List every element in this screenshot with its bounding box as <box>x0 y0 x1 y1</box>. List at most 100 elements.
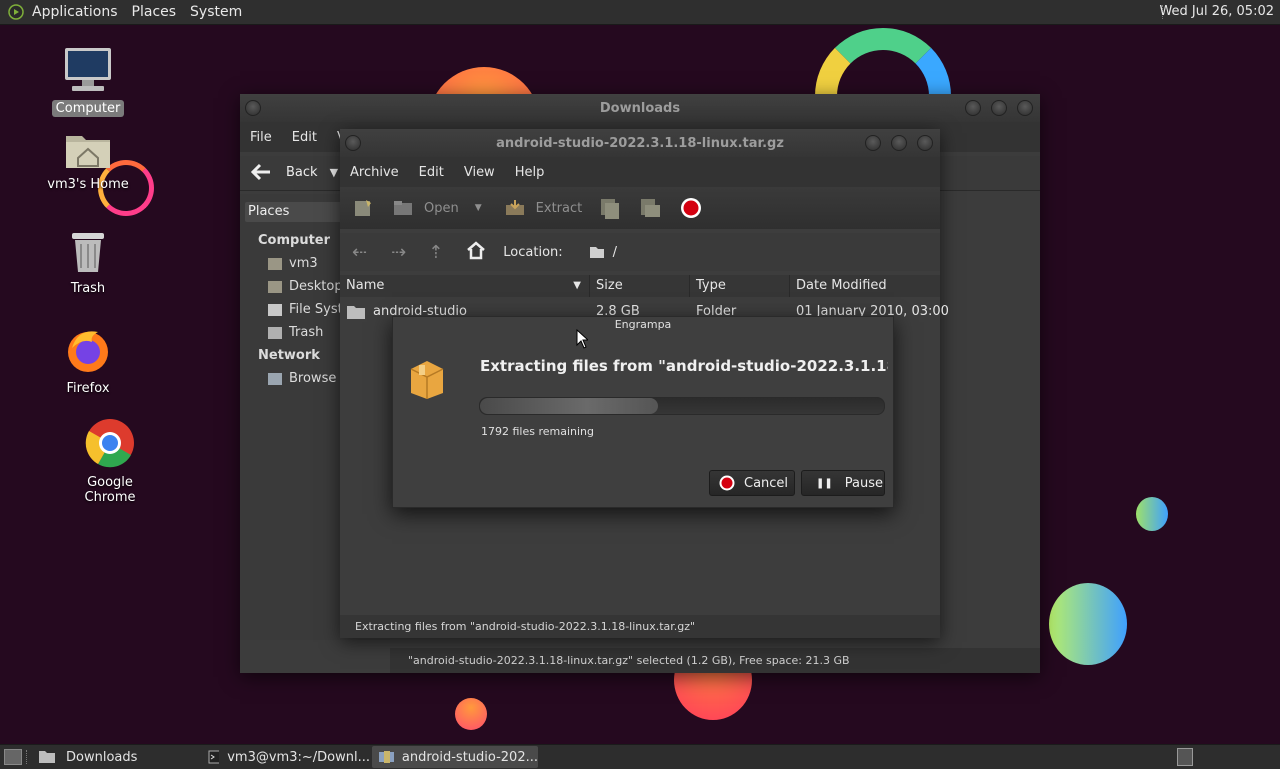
archive-manager-titlebar[interactable]: android-studio-2022.3.1.18-linux.tar.gz <box>340 129 940 157</box>
menu-system[interactable]: System <box>190 4 242 20</box>
folder-icon <box>347 306 365 319</box>
location-label: Location: <box>503 244 563 260</box>
file-manager-titlebar[interactable]: Downloads <box>240 94 1040 122</box>
close-button[interactable] <box>917 135 933 151</box>
maximize-button[interactable] <box>891 135 907 151</box>
sidebar-header-computer: Computer <box>258 233 330 248</box>
task-label: Downloads <box>66 749 138 765</box>
places-header-label: Places <box>248 204 290 219</box>
menu-places[interactable]: Places <box>132 4 177 20</box>
column-date-modified[interactable]: Date Modified <box>790 275 940 297</box>
column-type[interactable]: Type <box>690 275 790 297</box>
sidebar-item-label: vm3 <box>289 256 318 271</box>
sidebar-item-vm3[interactable]: vm3 <box>268 256 318 271</box>
add-files-icon <box>601 199 620 219</box>
task-label: vm3@vm3:~/Downl... <box>227 749 370 765</box>
extract-icon <box>505 200 524 215</box>
cancel-button[interactable]: Cancel <box>709 470 795 496</box>
desktop-icon-firefox[interactable]: Firefox <box>38 326 138 397</box>
add-folder-button[interactable] <box>638 196 662 220</box>
column-name[interactable]: Name ▼ <box>340 275 590 297</box>
package-icon <box>410 361 444 399</box>
desktop-icon-label: Google Chrome <box>84 475 136 505</box>
menu-applications[interactable]: Applications <box>32 4 118 20</box>
forward-arrow-icon[interactable]: ⇢ <box>391 242 406 263</box>
desktop-icon-label: vm3's Home <box>47 177 129 192</box>
sidebar-item-label: Desktop <box>289 279 343 294</box>
maximize-button[interactable] <box>991 100 1007 116</box>
new-archive-icon <box>355 200 371 216</box>
file-manager-status-text: "android-studio-2022.3.1.18-linux.tar.gz… <box>408 654 850 667</box>
extract-label: Extract <box>535 200 583 216</box>
task-terminal[interactable]: vm3@vm3:~/Downl... <box>202 746 370 768</box>
menu-logo-icon[interactable] <box>8 4 24 20</box>
minimize-button[interactable] <box>865 135 881 151</box>
window-menu-button[interactable] <box>345 135 361 151</box>
clock[interactable]: Wed Jul 26, 05:02 <box>1159 4 1274 19</box>
network-icon <box>268 372 282 385</box>
home-folder-icon <box>268 257 282 270</box>
back-dropdown-icon[interactable]: ▼ <box>330 166 338 179</box>
sidebar-header-network: Network <box>258 348 320 363</box>
menu-help[interactable]: Help <box>515 165 545 180</box>
pause-button[interactable]: ❚❚ Pause <box>801 470 885 496</box>
menu-edit[interactable]: Edit <box>292 130 317 145</box>
task-archive-manager[interactable]: android-studio-202... <box>372 746 538 768</box>
dialog-title: Engrampa <box>614 318 672 331</box>
window-title: android-studio-2022.3.1.18-linux.tar.gz <box>496 135 784 151</box>
back-arrow-icon[interactable]: ⇠ <box>352 242 367 263</box>
firefox-icon <box>68 331 108 372</box>
file-list-header: Name ▼ Size Type Date Modified <box>340 275 940 297</box>
task-downloads[interactable]: Downloads <box>32 746 200 768</box>
window-menu-button[interactable] <box>245 100 261 116</box>
pause-label: Pause <box>844 475 883 491</box>
sidebar-item-filesystem[interactable]: File Syst <box>268 302 343 317</box>
stop-button[interactable] <box>680 197 702 219</box>
location-field[interactable]: / <box>589 245 919 260</box>
open-button[interactable]: Open ▼ <box>392 199 482 217</box>
new-archive-button[interactable] <box>352 198 374 218</box>
column-label: Size <box>596 278 623 293</box>
workspace-switcher-icon[interactable] <box>1177 748 1193 766</box>
menu-edit[interactable]: Edit <box>419 165 444 180</box>
archive-status-text: Extracting files from "android-studio-20… <box>355 620 696 633</box>
folder-icon <box>39 751 55 763</box>
location-value: / <box>612 244 618 260</box>
desktop-icon-home[interactable]: vm3's Home <box>38 130 138 193</box>
add-files-button[interactable] <box>598 196 622 220</box>
desktop-icon-chrome[interactable]: Google Chrome <box>60 418 160 506</box>
desktop-decoration-blue-circle <box>1136 497 1168 531</box>
column-size[interactable]: Size <box>590 275 690 297</box>
menu-view[interactable]: View <box>464 165 495 180</box>
menu-archive[interactable]: Archive <box>350 165 399 180</box>
archive-toolbar: Open ▼ Extract <box>340 187 940 229</box>
close-button[interactable] <box>1017 100 1033 116</box>
desktop-icon-computer[interactable]: Computer <box>38 46 138 117</box>
sidebar-item-label: File Syst <box>289 302 343 317</box>
column-label: Name <box>346 278 385 293</box>
extract-button[interactable]: Extract <box>504 199 583 217</box>
desktop-icon-label: Computer <box>51 100 125 117</box>
sidebar-item-browse-network[interactable]: Browse N <box>268 371 350 386</box>
bottom-panel: Downloads vm3@vm3:~/Downl... android-stu… <box>0 744 1280 769</box>
sort-down-icon: ▼ <box>573 280 581 291</box>
desktop-icon-trash[interactable]: Trash <box>38 230 138 297</box>
open-dropdown-icon[interactable]: ▼ <box>475 203 482 213</box>
archive-icon <box>379 751 394 763</box>
show-desktop-icon[interactable] <box>4 749 22 765</box>
back-button[interactable]: Back ▼ <box>250 163 338 181</box>
folder-icon <box>268 280 282 293</box>
home-icon[interactable] <box>465 240 487 264</box>
computer-icon <box>65 48 111 91</box>
menu-file[interactable]: File <box>250 130 272 145</box>
open-icon <box>394 201 412 215</box>
sidebar-header-label: Network <box>258 348 320 363</box>
sidebar-item-trash[interactable]: Trash <box>268 325 323 340</box>
up-arrow-icon[interactable]: ⇡ <box>428 242 443 263</box>
archive-status-bar: Extracting files from "android-studio-20… <box>340 615 940 638</box>
desktop-decoration-small-orange <box>455 698 487 730</box>
desktop-icon-label: Trash <box>70 281 106 296</box>
sidebar-item-desktop[interactable]: Desktop <box>268 279 343 294</box>
dialog-titlebar[interactable]: Engrampa <box>393 317 893 333</box>
minimize-button[interactable] <box>965 100 981 116</box>
